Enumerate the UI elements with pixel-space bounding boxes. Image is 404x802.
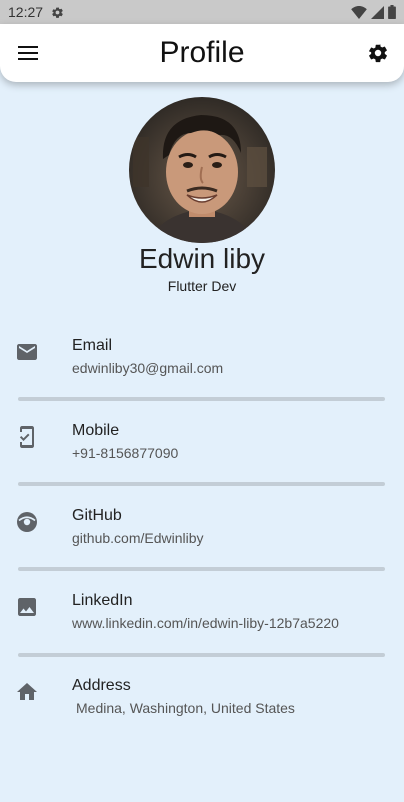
list-item-github[interactable]: GitHub github.com/Edwinliby — [0, 507, 404, 570]
menu-icon[interactable] — [16, 41, 40, 65]
address-label: Address — [72, 677, 131, 694]
email-icon — [15, 340, 39, 364]
avatar — [129, 97, 275, 243]
mobile-label: Mobile — [72, 422, 120, 439]
page-title: Profile — [159, 36, 245, 69]
status-right — [351, 5, 396, 19]
email-label: Email — [72, 337, 113, 354]
status-time: 12:27 — [8, 4, 44, 20]
wifi-icon — [351, 5, 367, 19]
image-icon — [15, 595, 39, 619]
list-item-address[interactable]: Address Medina, Washington, United State… — [0, 677, 404, 740]
github-value: github.com/Edwinliby — [72, 530, 204, 546]
divider — [18, 397, 385, 401]
divider — [18, 653, 385, 657]
mobile-value: +91-8156877090 — [72, 445, 179, 461]
home-icon — [15, 680, 39, 704]
profile-role: Flutter Dev — [167, 278, 237, 294]
settings-icon[interactable] — [366, 41, 390, 65]
divider — [18, 567, 385, 571]
signal-icon — [371, 5, 384, 19]
linkedin-label: LinkedIn — [72, 592, 133, 609]
profile-name: Edwin liby — [138, 243, 266, 274]
email-value: edwinliby30@gmail.com — [72, 360, 224, 376]
list-item-linkedin[interactable]: LinkedIn www.linkedin.com/in/edwin-liby-… — [0, 592, 404, 655]
status-left: 12:27 — [8, 4, 64, 20]
divider — [18, 482, 385, 486]
mobile-icon — [15, 425, 39, 449]
github-icon — [15, 510, 39, 534]
settings-gear-icon — [51, 6, 64, 19]
list-item-mobile[interactable]: Mobile +91-8156877090 — [0, 422, 404, 485]
address-value: Medina, Washington, United States — [76, 700, 295, 716]
linkedin-value: www.linkedin.com/in/edwin-liby-12b7a5220 — [72, 615, 339, 631]
app-bar: Profile — [0, 24, 404, 82]
status-bar: 12:27 — [0, 0, 404, 24]
battery-icon — [388, 5, 396, 19]
list-item-email[interactable]: Email edwinliby30@gmail.com — [0, 337, 404, 400]
github-label: GitHub — [72, 507, 122, 524]
